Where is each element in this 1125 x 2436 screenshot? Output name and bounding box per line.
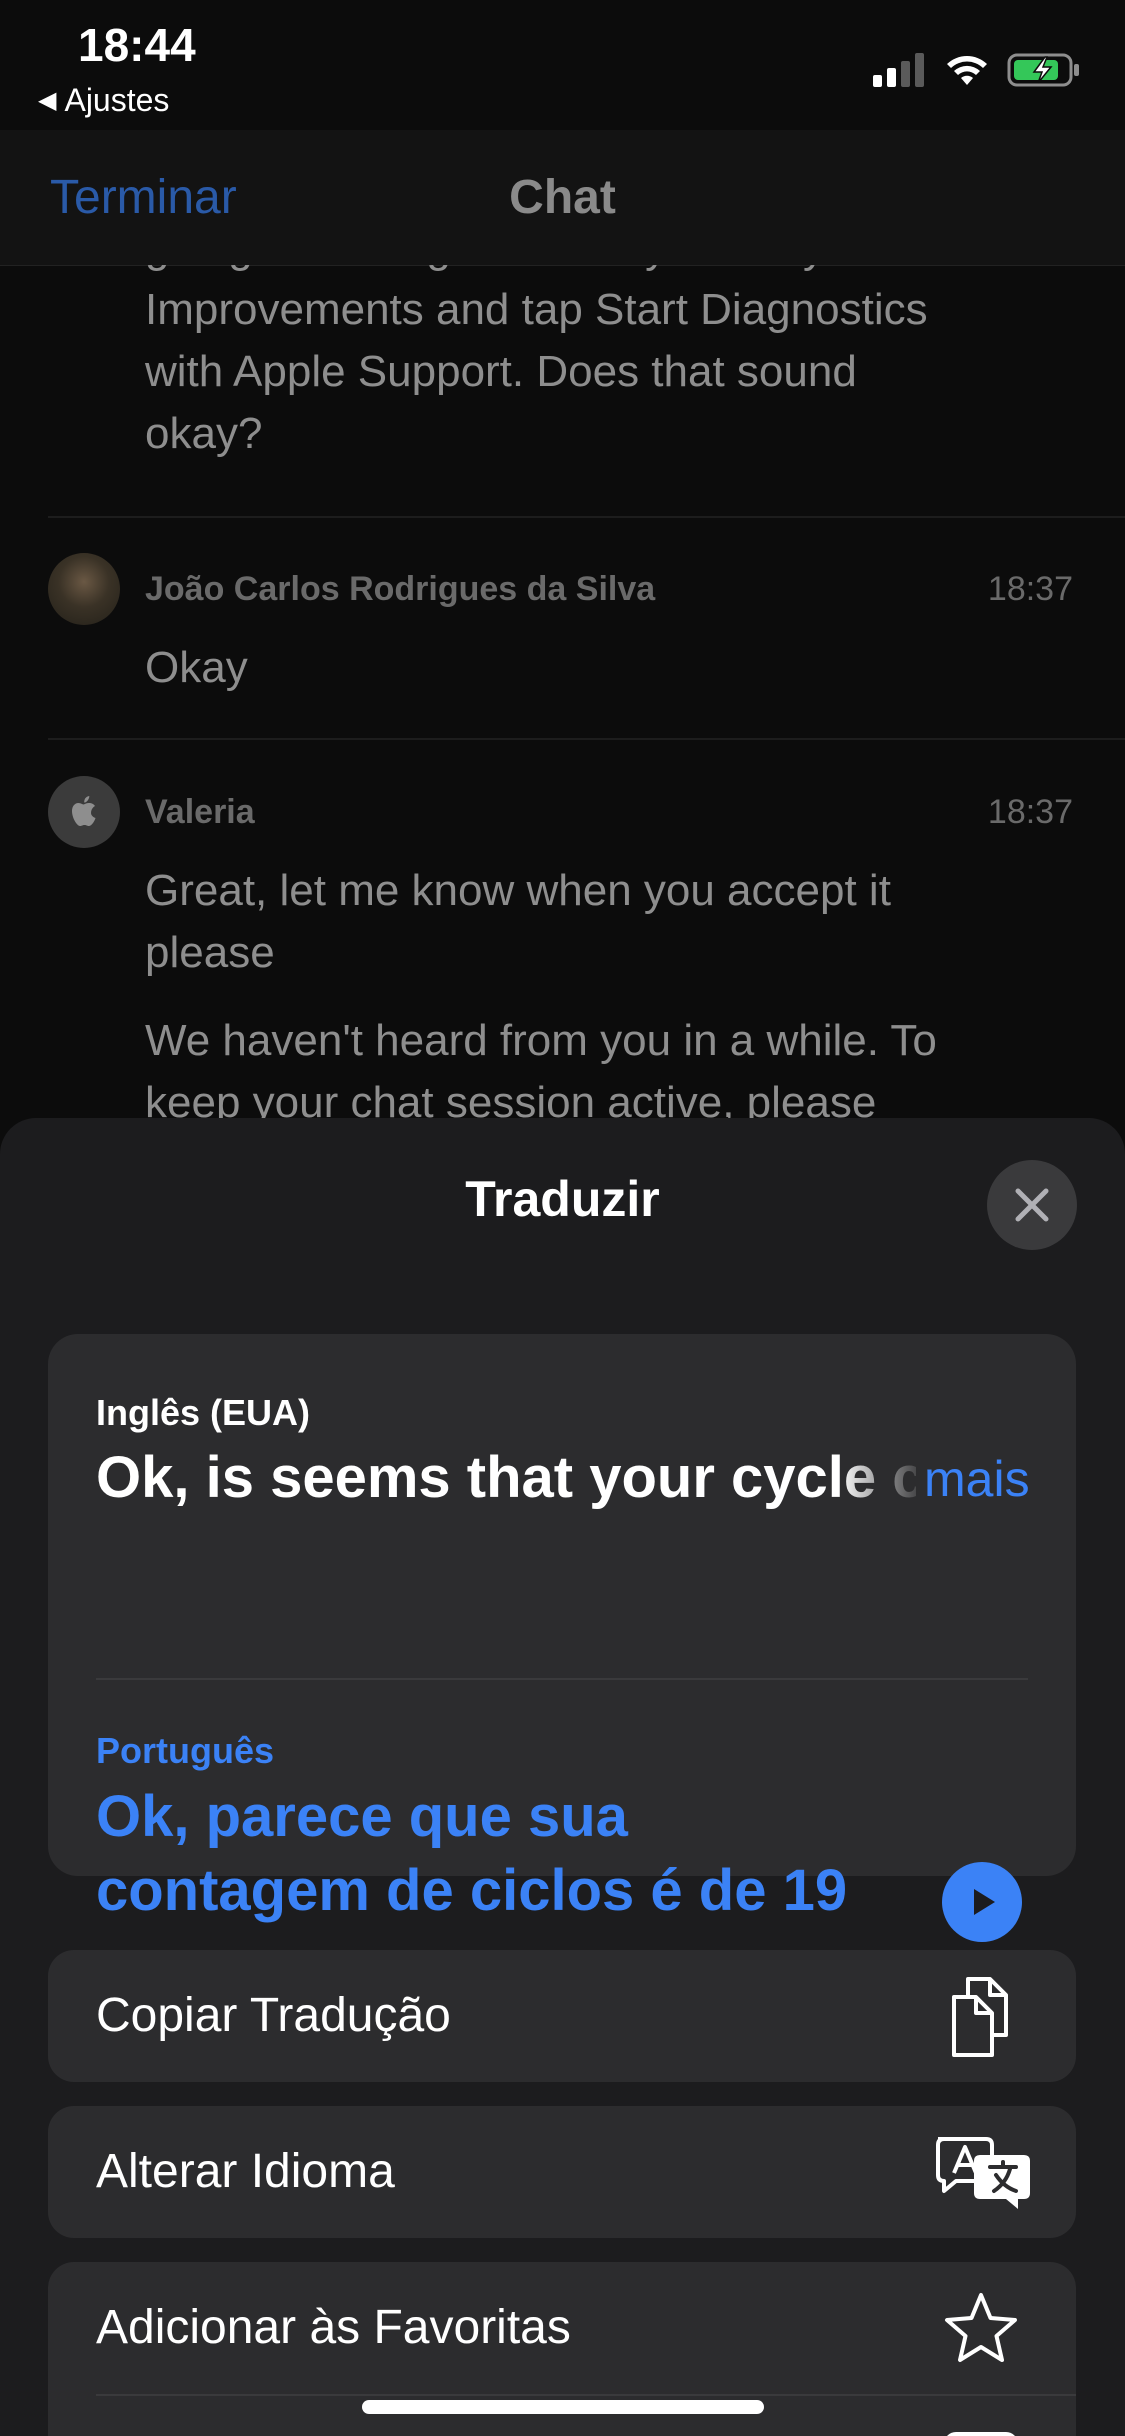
action-divider: [96, 2394, 1076, 2396]
copy-translation-button[interactable]: Copiar Tradução: [48, 1950, 1076, 2082]
close-icon: [1015, 1188, 1049, 1222]
translate-sheet: Traduzir Inglês (EUA) Ok, is seems that …: [0, 1118, 1125, 2436]
chat-message-partial: going to Settings > Privacy > Analytics …: [0, 265, 1125, 515]
text-fade: [838, 1442, 928, 1518]
source-text: Ok, is seems that your cycle count is 19: [96, 1445, 916, 1510]
chat-background: 18:44 ◀ Ajustes Terminar Chat Improvemen…: [0, 0, 1125, 1160]
message-sender: João Carlos Rodrigues da Silva: [145, 570, 656, 608]
nav-bar: Terminar Chat: [0, 130, 1125, 266]
action-label: Copiar Tradução: [96, 1989, 451, 2042]
translated-line: Ok, parece que sua: [96, 1784, 628, 1849]
message-sender: Valeria: [145, 793, 255, 831]
source-language-label: Inglês (EUA): [96, 1392, 311, 1433]
more-link[interactable]: mais: [924, 1450, 1030, 1508]
status-bar: 18:44 ◀ Ajustes: [0, 0, 1125, 130]
back-arrow-icon: ◀: [38, 87, 57, 114]
message-divider: [48, 516, 1125, 518]
copy-icon: [936, 1972, 1026, 2062]
back-app-label: Ajustes: [64, 82, 170, 118]
translated-line: contagem de ciclos é de 19: [96, 1858, 848, 1923]
play-icon: [974, 1889, 995, 1915]
message-line: please: [145, 928, 275, 977]
message-divider: [48, 738, 1125, 740]
next-action-icon: [944, 2432, 1018, 2436]
message-text: Great, let me know when you accept it pl…: [145, 860, 1055, 984]
star-icon: [936, 2284, 1026, 2374]
change-language-button[interactable]: Alterar Idioma: [48, 2106, 1076, 2238]
message-text: Okay: [145, 643, 248, 692]
action-label: Adicionar às Favoritas: [96, 2301, 571, 2354]
message-line: going to Settings > Privacy > Analytics …: [145, 265, 1055, 279]
status-time: 18:44: [78, 19, 196, 71]
action-label: Alterar Idioma: [96, 2145, 395, 2198]
translate-icon: [932, 2128, 1036, 2218]
signal-icon: [873, 53, 924, 87]
message-time: 18:37: [987, 793, 1073, 831]
play-translation-button[interactable]: [942, 1862, 1022, 1942]
message-line: Improvements and tap Start Diagnostics: [145, 285, 928, 334]
apple-logo-icon: [72, 796, 96, 826]
message-line: We haven't heard from you in a while. To: [145, 1016, 937, 1065]
battery-charging-icon: [1007, 53, 1079, 87]
message-line: okay?: [145, 409, 263, 458]
message-time: 18:37: [987, 570, 1073, 608]
avatar: [48, 776, 120, 848]
avatar: [48, 553, 120, 625]
target-language-label: Português: [96, 1730, 275, 1771]
message-line: with Apple Support. Does that sound: [145, 347, 857, 396]
home-indicator: [362, 2400, 764, 2414]
message-text: We haven't heard from you in a while. To…: [145, 1010, 1055, 1134]
translation-card: Inglês (EUA) Ok, is seems that your cycl…: [48, 1334, 1076, 1942]
close-button[interactable]: [987, 1160, 1077, 1250]
back-to-app-button[interactable]: ◀ Ajustes: [38, 82, 169, 119]
wifi-icon: [947, 56, 987, 85]
message-line: Great, let me know when you accept it: [145, 866, 891, 915]
page-title: Chat: [509, 171, 616, 224]
status-icons: [873, 50, 1081, 90]
sheet-title: Traduzir: [465, 1171, 660, 1227]
card-divider: [96, 1678, 1028, 1680]
translated-text: Ok, parece que sua contagem de ciclos é …: [96, 1780, 896, 1928]
